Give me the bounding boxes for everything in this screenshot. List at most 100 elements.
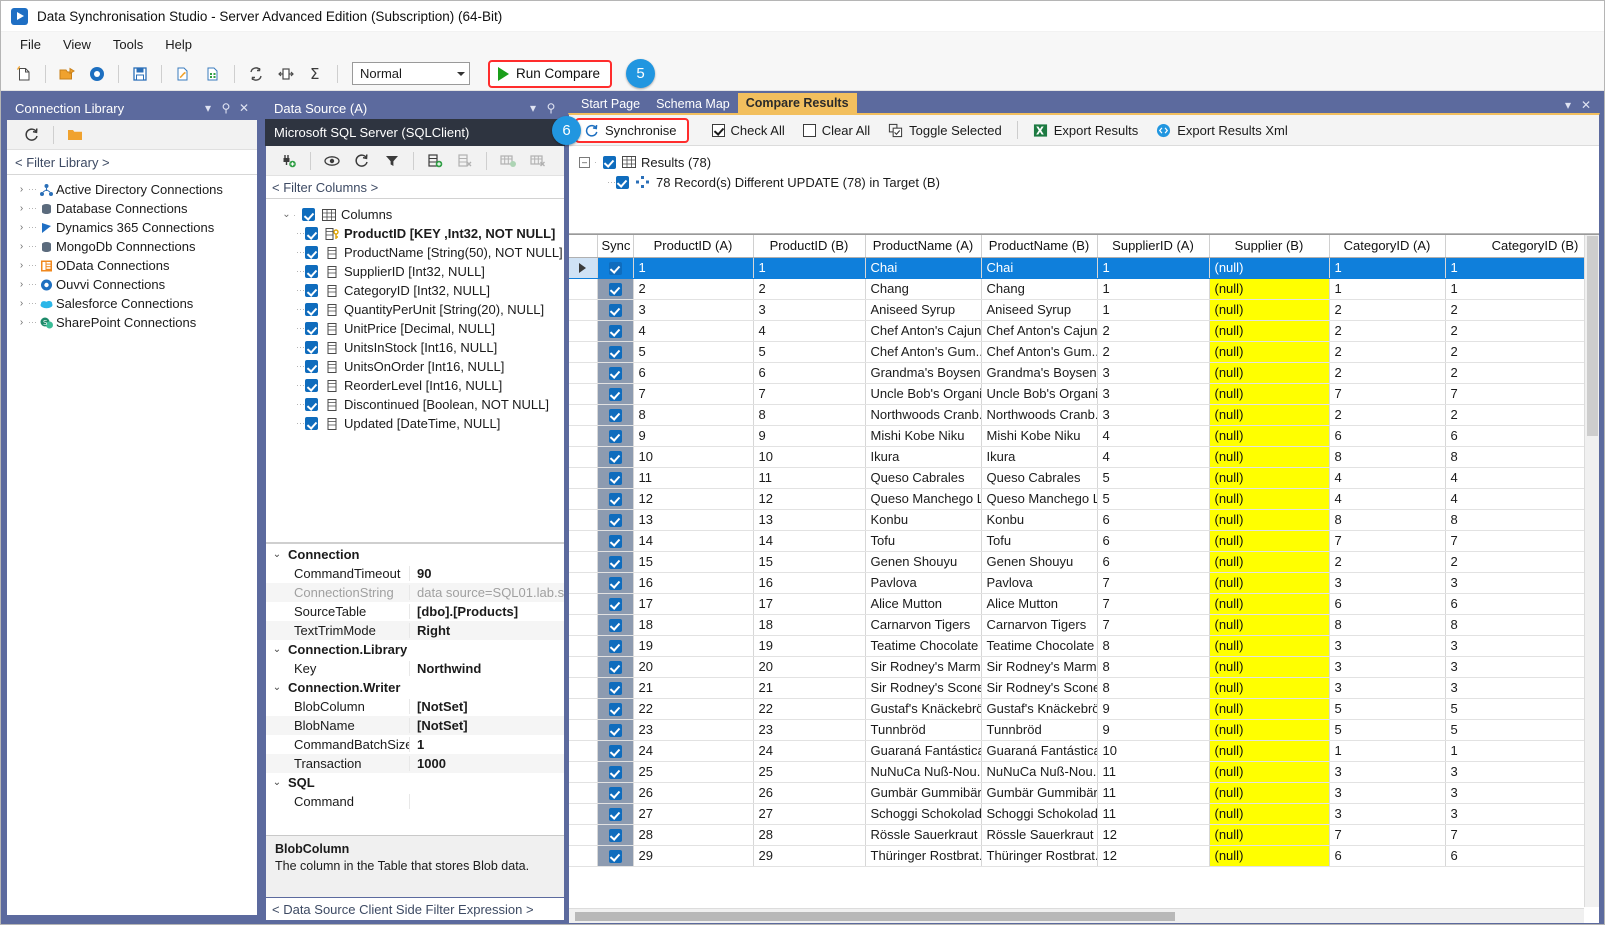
tab-start-page[interactable]: Start Page [573,94,648,113]
row-indicator[interactable] [569,698,598,720]
table-cell[interactable]: Chef Anton's Gum... [981,341,1098,363]
row-sync-cell[interactable] [597,257,634,279]
col-header-supplier-b[interactable]: Supplier (B) [1209,235,1330,258]
results-tree-root[interactable]: – · Results (78) [579,152,1599,172]
table-cell[interactable]: Chang [981,278,1098,300]
row-sync-cell[interactable] [597,446,634,468]
tree-item-mongodb-connections[interactable]: › ⋯ MongoDb Connnections [7,237,257,256]
add-column-icon[interactable] [422,148,448,174]
column-tree-item[interactable]: ⋯ UnitsOnOrder [Int16, NULL] [266,357,564,376]
table-cell[interactable]: Mishi Kobe Niku [981,425,1098,447]
property-value[interactable]: [NotSet] [410,699,564,714]
table-cell[interactable]: Northwoods Cranb... [865,404,982,426]
table-cell[interactable]: Teatime Chocolate ... [981,635,1098,657]
table-cell[interactable]: 25 [633,761,754,783]
property-category-row[interactable]: ⌄ Connection.Writer [266,678,564,697]
table-cell[interactable]: 2 [1329,341,1446,363]
row-sync-checkbox[interactable] [608,367,622,381]
row-sync-checkbox[interactable] [608,787,622,801]
table-cell[interactable]: (null) [1209,677,1330,699]
table-cell[interactable]: Chef Anton's Gum... [865,341,982,363]
table-cell[interactable]: 5 [753,341,866,363]
table-cell[interactable]: 7 [1097,572,1210,594]
table-cell[interactable]: 6 [1097,551,1210,573]
clear-all-button[interactable]: Clear All [794,118,879,143]
row-indicator[interactable] [569,635,598,657]
row-sync-checkbox[interactable] [608,619,622,633]
table-cell[interactable]: 12 [1097,845,1210,867]
table-row[interactable]: 4 4 Chef Anton's Cajun... Chef Anton's Caju… [569,320,1599,342]
row-indicator[interactable] [569,362,598,384]
table-cell[interactable]: 7 [1329,530,1446,552]
filter-library-input[interactable]: < Filter Library > [7,150,257,175]
property-value[interactable]: [dbo].[Products] [410,604,564,619]
table-cell[interactable]: 14 [633,530,754,552]
table-cell[interactable]: (null) [1209,845,1330,867]
row-indicator[interactable] [569,845,598,867]
row-sync-checkbox[interactable] [608,262,622,276]
table-cell[interactable]: 6 [1329,425,1446,447]
table-cell[interactable]: 1 [1097,278,1210,300]
row-sync-cell[interactable] [597,383,634,405]
row-indicator[interactable] [569,404,598,426]
row-sync-checkbox[interactable] [608,598,622,612]
table-cell[interactable]: 12 [633,488,754,510]
grid-vertical-thumb[interactable] [1587,236,1598,436]
table-cell[interactable]: 3 [1445,761,1599,783]
property-row[interactable]: CommandBatchSize 1 [266,735,564,754]
table-cell[interactable]: 2 [1329,362,1446,384]
table-cell[interactable]: Tofu [981,530,1098,552]
table-row[interactable]: 10 10 Ikura Ikura 4 (null) 8 8 [569,446,1599,468]
table-row[interactable]: 27 27 Schoggi Schokolade Schoggi Schokolade… [569,803,1599,825]
column-checkbox[interactable] [305,227,318,240]
tree-item-database-connections[interactable]: › ⋯ Database Connections [7,199,257,218]
table-cell[interactable]: 3 [753,299,866,321]
menu-item-tools[interactable]: Tools [102,34,154,55]
columns-root-checkbox[interactable] [302,208,315,221]
table-row[interactable]: 3 3 Aniseed Syrup Aniseed Syrup 1 (null) 2 2 [569,299,1599,321]
table-row[interactable]: 23 23 Tunnbröd Tunnbröd 9 (null) 5 5 [569,719,1599,741]
table-cell[interactable]: 6 [1329,845,1446,867]
table-cell[interactable]: 4 [1097,446,1210,468]
table-cell[interactable]: 6 [1445,845,1599,867]
table-cell[interactable]: 1 [633,257,754,279]
row-sync-cell[interactable] [597,467,634,489]
table-cell[interactable]: 6 [1097,530,1210,552]
collapse-box-icon[interactable]: – [579,156,590,168]
table-row[interactable]: 14 14 Tofu Tofu 6 (null) 7 7 [569,530,1599,552]
row-indicator[interactable] [569,803,598,825]
table-cell[interactable]: 4 [1329,488,1446,510]
grid-document-icon[interactable] [200,61,226,87]
table-cell[interactable]: 20 [753,656,866,678]
table-cell[interactable]: 1 [1329,278,1446,300]
col-header-productname-a[interactable]: ProductName (A) [865,235,982,258]
table-cell[interactable]: 6 [753,362,866,384]
table-cell[interactable]: Tunnbröd [865,719,982,741]
column-checkbox[interactable] [305,341,318,354]
table-cell[interactable]: 23 [633,719,754,741]
table-cell[interactable]: 4 [1445,467,1599,489]
check-all-button[interactable]: Check All [703,118,794,143]
table-cell[interactable]: 1 [1445,278,1599,300]
chevron-down-icon[interactable]: ▾ [1560,97,1576,113]
table-cell[interactable]: NuNuCa Nuß-Nou... [981,761,1098,783]
table-cell[interactable]: 7 [1329,383,1446,405]
ouvvi-icon[interactable] [84,61,110,87]
chevron-right-icon[interactable]: › [15,260,28,271]
table-cell[interactable]: 3 [1329,761,1446,783]
table-cell[interactable]: 24 [633,740,754,762]
column-checkbox[interactable] [305,379,318,392]
property-value[interactable]: 1 [410,737,564,752]
table-cell[interactable]: Grandma's Boysen... [865,362,982,384]
table-cell[interactable]: 7 [1445,383,1599,405]
table-row[interactable]: 1 1 Chai Chai 1 (null) 1 1 [569,257,1599,279]
check-all-checkbox[interactable] [711,123,725,137]
row-sync-cell[interactable] [597,362,634,384]
table-cell[interactable]: Carnarvon Tigers [865,614,982,636]
table-cell[interactable]: (null) [1209,257,1330,279]
row-sync-checkbox[interactable] [608,514,622,528]
table-cell[interactable]: (null) [1209,362,1330,384]
chevron-right-icon[interactable]: › [15,298,28,309]
table-cell[interactable]: 7 [1329,824,1446,846]
table-cell[interactable]: 9 [633,425,754,447]
